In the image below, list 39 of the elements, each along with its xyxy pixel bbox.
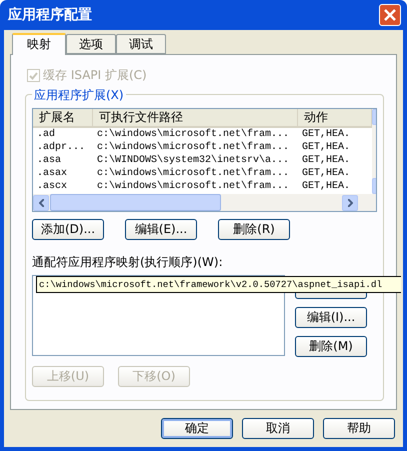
table-cell-text: .asa: [36, 154, 62, 167]
table-cell-text: .adpr...: [36, 141, 86, 154]
field-label: 通配符应用程序映射(执行顺序)(W):: [32, 254, 224, 271]
checkbox-label: 缓存 ISAPI 扩展(C): [43, 67, 147, 84]
close-icon: [384, 9, 396, 21]
list-button[interactable]: 删除(R): [218, 219, 290, 240]
table-cell-text: GET,HEA.: [301, 128, 352, 141]
table-cell-text: c:\windows\microsoft.net\fram...: [96, 141, 290, 154]
table-cell-text: GET,HEA.: [301, 154, 352, 167]
dialog-button[interactable]: 取消: [242, 418, 314, 439]
dialog-button[interactable]: 帮助: [323, 418, 395, 439]
tab[interactable]: 调试: [116, 34, 166, 54]
group-title: 应用程序扩展(X): [32, 87, 126, 104]
tooltip: c:\windows\microsoft.net\framework\v2.0.50727\aspnet_isapi.dl: [36, 276, 401, 293]
scroll-right-icon[interactable]: [342, 194, 358, 210]
table-cell-text: C:\WINDOWS\system32\inetsrv\a...: [96, 154, 290, 167]
table-cell-text: .asax: [36, 167, 68, 180]
side-button[interactable]: 编辑(I)...: [295, 307, 367, 328]
dialog-button[interactable]: 确定: [161, 418, 233, 439]
table-cell-text: .ad: [36, 128, 56, 141]
horizontal-scrollbar[interactable]: [33, 194, 376, 211]
table-cell-text: c:\windows\microsoft.net\fram...: [96, 167, 290, 180]
table-cell-text: c:\windows\microsoft.net\fram...: [96, 180, 290, 193]
tab[interactable]: 选项: [66, 34, 116, 54]
scroll-left-icon[interactable]: [33, 194, 49, 210]
window-title: 应用程序配置: [8, 6, 92, 24]
table-cell-text: GET,HEA.: [301, 180, 352, 193]
side-button[interactable]: 删除(M): [295, 336, 367, 357]
list-button[interactable]: 添加(D)...: [32, 219, 104, 240]
tab[interactable]: 映射: [12, 33, 66, 55]
table-cell-text: GET,HEA.: [301, 141, 352, 154]
close-button[interactable]: [379, 4, 401, 26]
list-button[interactable]: 编辑(E)...: [125, 219, 197, 240]
column-header[interactable]: 扩展名: [33, 109, 93, 126]
table-cell-text: .ascx: [36, 180, 68, 193]
column-header[interactable]: 可执行文件路径: [93, 109, 298, 126]
list-view[interactable]: [32, 108, 377, 212]
table-cell-text: GET,HEA.: [301, 167, 352, 180]
table-cell-text: c:\windows\microsoft.net\fram...: [96, 128, 290, 141]
